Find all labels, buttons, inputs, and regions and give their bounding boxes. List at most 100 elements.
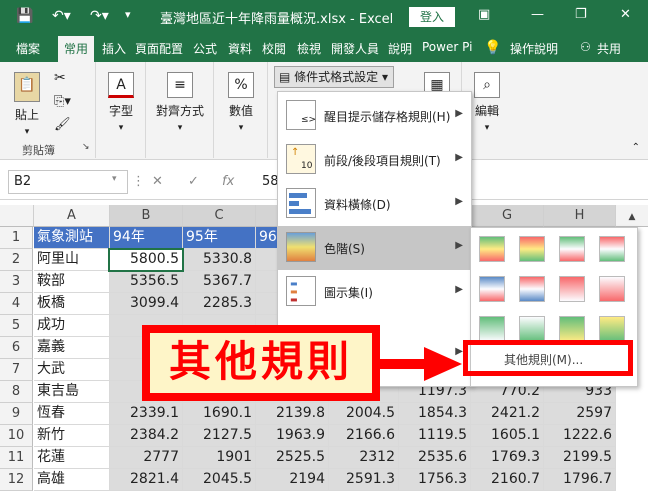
color-scale-swatch[interactable] [519,316,545,342]
copy-icon[interactable]: ⎘▾ [54,94,71,109]
menu-icon-sets[interactable]: ▬ ▬ ▬ 圖示集(I) ▶ [278,270,471,314]
grid-cell[interactable]: 95年 [183,227,256,249]
grid-cell[interactable]: 1769.3 [471,447,544,469]
row-header[interactable]: 7 [0,359,33,381]
color-scale-swatch[interactable] [559,236,585,262]
column-header-c[interactable]: C [183,205,256,227]
grid-cell[interactable]: 花蓮 [34,447,110,469]
color-scale-swatch[interactable] [479,316,505,342]
color-scale-swatch[interactable] [479,236,505,262]
grid-cell[interactable]: 1854.3 [399,403,471,425]
tab-home[interactable]: 常用 [58,36,95,62]
row-header[interactable]: 4 [0,293,33,315]
grid-cell[interactable]: 嘉義 [34,337,110,359]
format-painter-icon[interactable]: 🖌 [54,117,71,132]
cut-icon[interactable]: ✂ [54,70,66,86]
minimize-icon[interactable]: — [531,7,544,22]
grid-cell[interactable]: 恆春 [34,403,110,425]
color-scale-swatch[interactable] [599,316,625,342]
tab-developer[interactable]: 開發人員 [331,40,379,57]
menu-top-bottom-rules[interactable]: ↑ 10 前段/後段項目規則(T) ▶ [278,138,471,182]
grid-cell[interactable]: 2004.5 [329,403,399,425]
cancel-icon[interactable]: ✕ [152,174,163,189]
grid-cell[interactable]: 新竹 [34,425,110,447]
grid-cell[interactable]: 5330.8 [183,249,256,271]
grid-cell[interactable]: 成功 [34,315,110,337]
grid-cell[interactable]: 2194 [256,469,329,491]
font-button[interactable]: A 字型 ▾ [104,72,138,133]
conditional-formatting-button[interactable]: ▤ 條件式格式設定 ▾ [274,66,394,88]
menu-data-bars[interactable]: 資料橫條(D) ▶ [278,182,471,226]
column-header-a[interactable]: A [34,205,110,227]
drag-handle-icon[interactable]: ⋮ [132,174,145,189]
tab-formulas[interactable]: 公式 [193,40,217,57]
row-header[interactable]: 3 [0,271,33,293]
grid-cell[interactable]: 1222.6 [544,425,616,447]
column-header-h[interactable]: H [544,205,616,227]
color-scale-swatch[interactable] [519,236,545,262]
ribbon-display-icon[interactable]: ▣ [478,7,490,22]
grid-cell[interactable]: 2199.5 [544,447,616,469]
grid-cell[interactable]: 2160.7 [471,469,544,491]
row-header[interactable]: 11 [0,447,33,469]
grid-cell[interactable]: 5356.5 [110,271,183,293]
grid-cell[interactable]: 1901 [183,447,256,469]
grid-cell[interactable]: 1963.9 [256,425,329,447]
grid-cell[interactable]: 2285.3 [183,293,256,315]
grid-cell[interactable]: 2139.8 [256,403,329,425]
color-scale-swatch[interactable] [559,316,585,342]
enter-icon[interactable]: ✓ [188,174,199,189]
grid-cell[interactable]: 2339.1 [110,403,183,425]
row-header[interactable]: 12 [0,469,33,491]
undo-icon[interactable]: ↶▾ [52,8,71,24]
alignment-button[interactable]: ≡ 對齊方式 ▾ [152,72,208,133]
row-header[interactable]: 9 [0,403,33,425]
collapse-ribbon-icon[interactable]: ⌃ [632,142,640,153]
tab-review[interactable]: 校閱 [262,40,286,57]
grid-cell[interactable]: 94年 [110,227,183,249]
menu-highlight-cells-rules[interactable]: ≤> 醒目提示儲存格規則(H) ▶ [278,94,471,138]
number-button[interactable]: % 數值 ▾ [222,72,260,133]
grid-cell[interactable]: 1796.7 [544,469,616,491]
close-icon[interactable]: ✕ [620,7,631,22]
tab-insert[interactable]: 插入 [102,40,126,57]
namebox-dropdown-icon[interactable]: ▾ [112,174,117,184]
editing-button[interactable]: ⌕ 編輯 ▾ [470,72,504,133]
column-header-b[interactable]: B [110,205,183,227]
menu-color-scales[interactable]: 色階(S) ▶ [278,226,471,270]
row-header[interactable]: 2 [0,249,33,271]
redo-icon[interactable]: ↷▾ [90,8,109,24]
color-scale-swatch[interactable] [519,276,545,302]
row-header[interactable]: 10 [0,425,33,447]
grid-cell[interactable]: 2421.2 [471,403,544,425]
grid-cell[interactable]: 2166.6 [329,425,399,447]
row-header[interactable]: 8 [0,381,33,403]
customize-qat-icon[interactable]: ▾ [125,8,131,21]
grid-cell[interactable]: 2777 [110,447,183,469]
grid-cell[interactable]: 2312 [329,447,399,469]
tab-data[interactable]: 資料 [228,40,252,57]
grid-cell[interactable]: 2045.5 [183,469,256,491]
grid-cell[interactable]: 高雄 [34,469,110,491]
grid-cell[interactable]: 5367.7 [183,271,256,293]
color-scale-swatch[interactable] [599,276,625,302]
grid-cell[interactable]: 板橋 [34,293,110,315]
grid-cell[interactable]: 東吉島 [34,381,110,403]
grid-cell[interactable]: 鞍部 [34,271,110,293]
grid-cell[interactable]: 2597 [544,403,616,425]
grid-cell[interactable]: 2821.4 [110,469,183,491]
row-header[interactable]: 6 [0,337,33,359]
login-button[interactable]: 登入 [409,7,455,27]
tell-me-button[interactable]: 操作說明 [510,40,558,57]
grid-cell[interactable]: 阿里山 [34,249,110,271]
clipboard-launcher-icon[interactable]: ↘ [82,142,90,152]
grid-cell[interactable]: 2127.5 [183,425,256,447]
grid-cell[interactable]: 1690.1 [183,403,256,425]
grid-cell[interactable]: 1756.3 [399,469,471,491]
grid-cell[interactable]: 1605.1 [471,425,544,447]
tab-page-layout[interactable]: 頁面配置 [135,40,183,57]
tab-file[interactable]: 檔案 [16,40,40,57]
share-button[interactable]: 共用 [597,40,621,57]
grid-cell[interactable]: 2384.2 [110,425,183,447]
color-scale-swatch[interactable] [479,276,505,302]
